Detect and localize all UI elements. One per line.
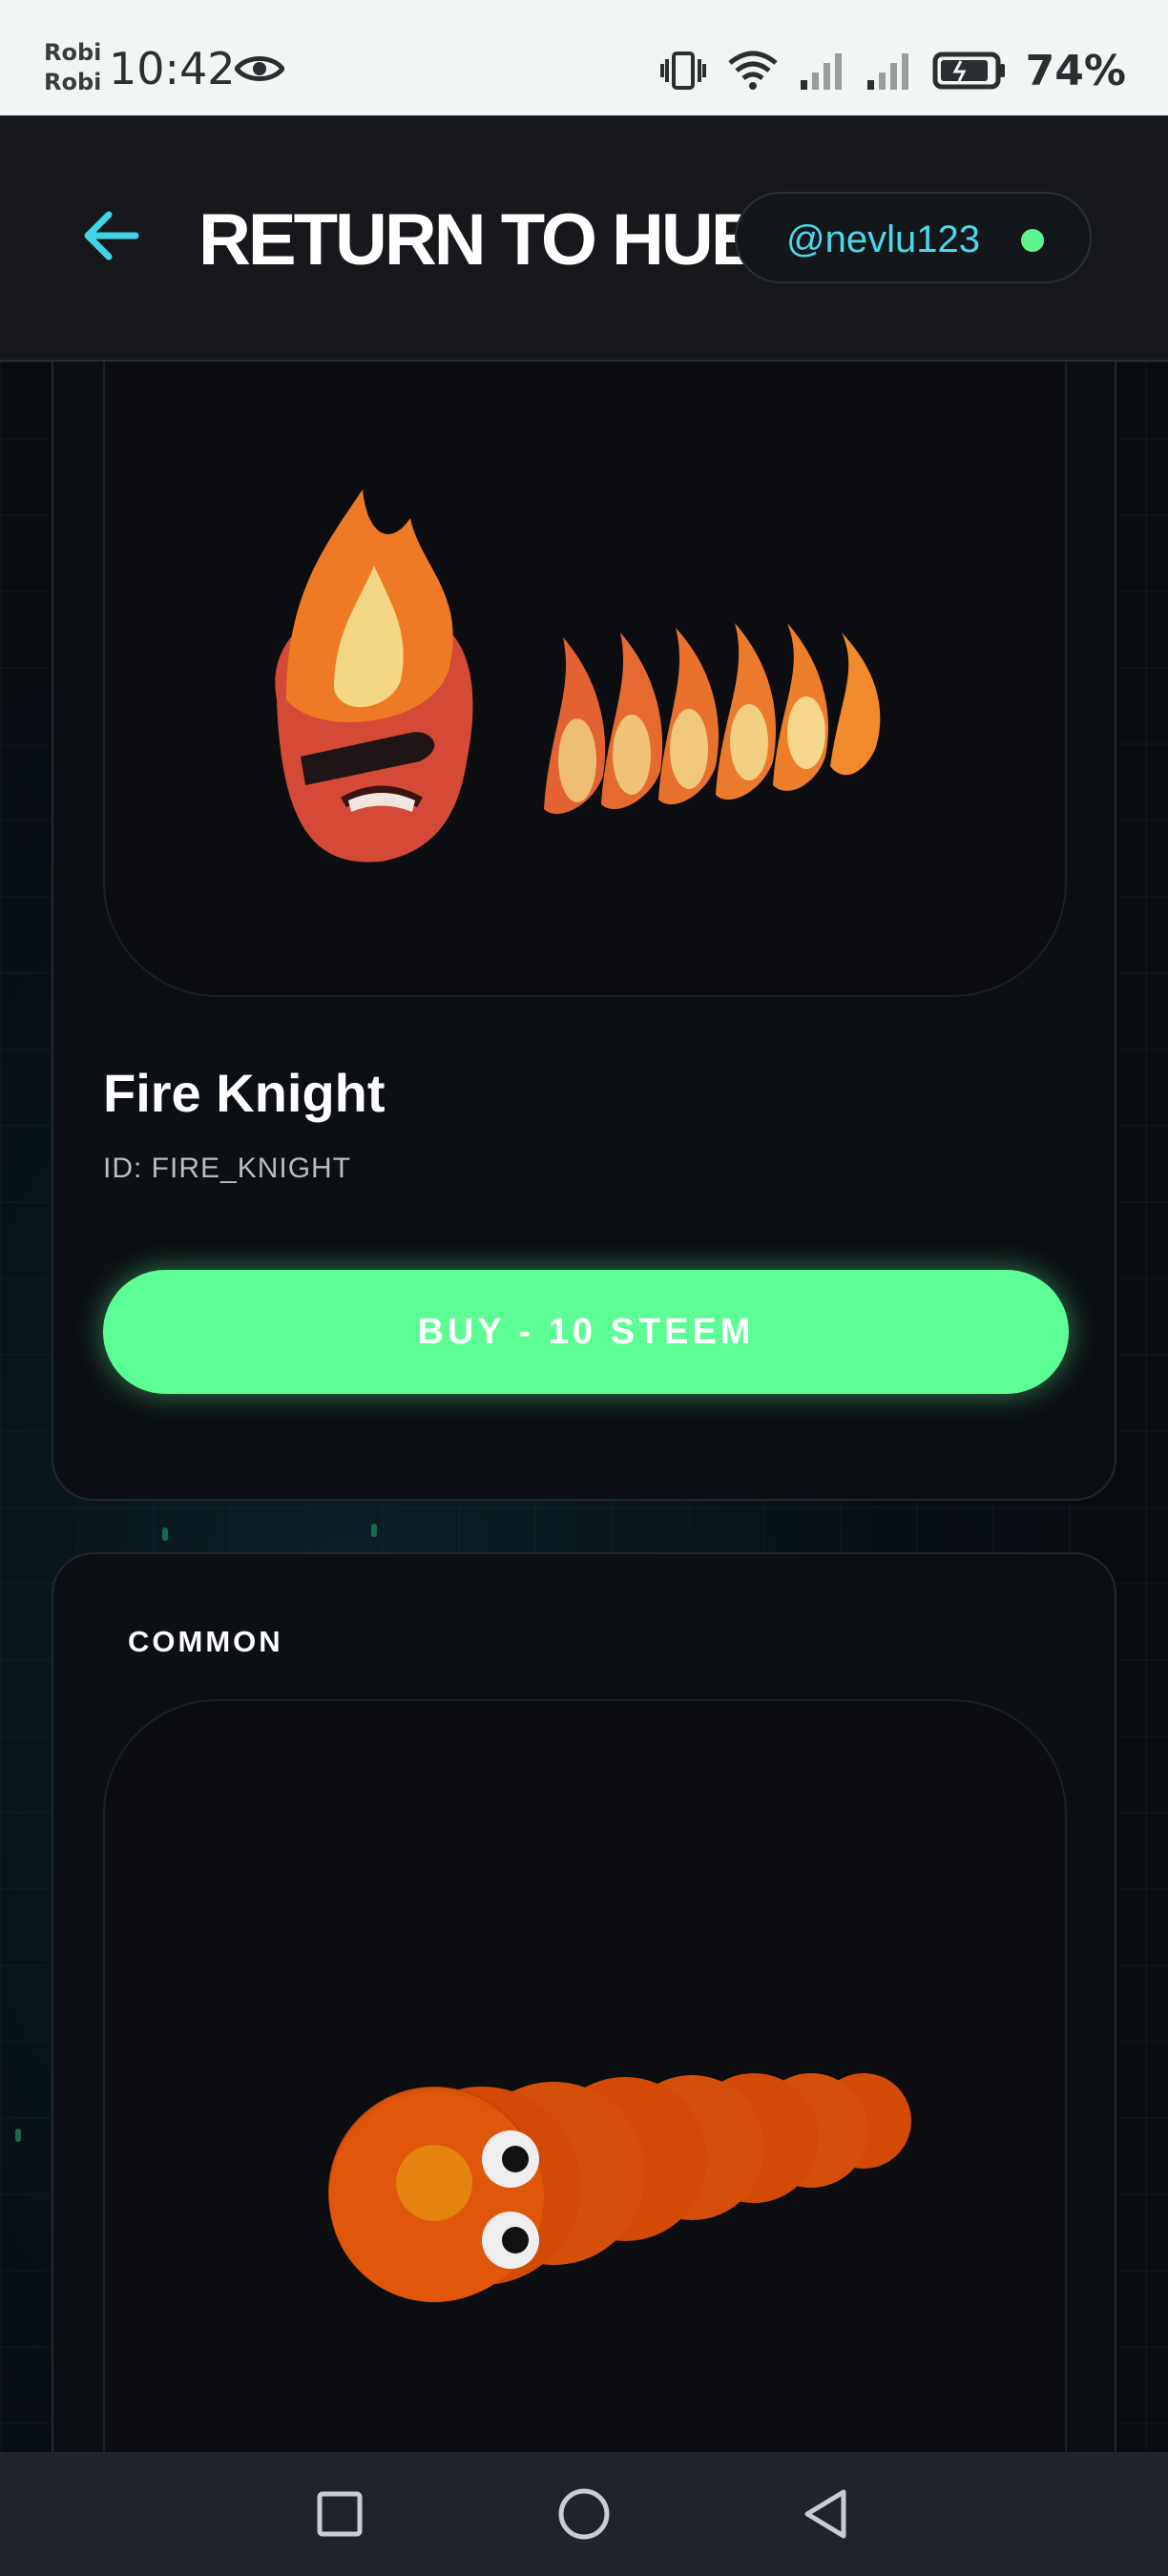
skin-card: COMMON — [52, 1552, 1116, 2452]
signal-icon — [800, 53, 842, 90]
carrier-line-1: Robi — [44, 39, 102, 66]
skin-preview — [103, 1699, 1067, 2452]
arrow-left-icon[interactable] — [82, 209, 139, 262]
skin-preview — [103, 362, 1067, 997]
system-nav-bar — [0, 2452, 1168, 2576]
skin-name: Fire Knight — [103, 1063, 386, 1123]
home-circle-icon[interactable] — [551, 2481, 617, 2547]
decor-sparkle — [371, 1524, 377, 1537]
status-bar: Robi Robi 10:42 74% — [0, 0, 1168, 115]
skin-shop-list[interactable]: Fire Knight ID: FIRE_KNIGHT BUY - 10 STE… — [0, 362, 1168, 2452]
online-status-dot — [1021, 229, 1044, 252]
user-badge[interactable]: @nevlu123 — [735, 192, 1092, 283]
decor-sparkle — [15, 2129, 21, 2142]
orange-snake-image — [328, 2073, 911, 2302]
carrier-label: Robi Robi — [44, 38, 101, 97]
fire-knight-snake-image — [275, 489, 881, 862]
app-header: RETURN TO HUB @nevlu123 — [0, 115, 1168, 362]
recents-square-icon[interactable] — [306, 2481, 373, 2547]
buy-button[interactable]: BUY - 10 STEEM — [103, 1270, 1069, 1394]
battery-percent: 74% — [1025, 46, 1126, 95]
skin-id: ID: FIRE_KNIGHT — [103, 1153, 352, 1184]
decor-sparkle — [162, 1527, 168, 1541]
return-to-hub-link[interactable]: RETURN TO HUB — [198, 197, 763, 283]
status-icons: 74% — [659, 42, 1126, 99]
signal-icon — [866, 53, 908, 90]
eye-icon — [235, 56, 284, 81]
carrier-line-2: Robi — [44, 69, 102, 95]
wifi-icon — [728, 51, 778, 90]
back-triangle-icon[interactable] — [794, 2481, 861, 2547]
vibrate-icon — [659, 52, 706, 90]
fire-knight-head — [275, 489, 473, 862]
skin-card: Fire Knight ID: FIRE_KNIGHT BUY - 10 STE… — [52, 362, 1116, 1501]
clock: 10:42 — [109, 43, 236, 94]
username: @nevlu123 — [786, 218, 980, 260]
flame-segments — [544, 623, 881, 815]
battery-charging-icon — [932, 52, 1005, 90]
rarity-label: COMMON — [128, 1625, 283, 1658]
